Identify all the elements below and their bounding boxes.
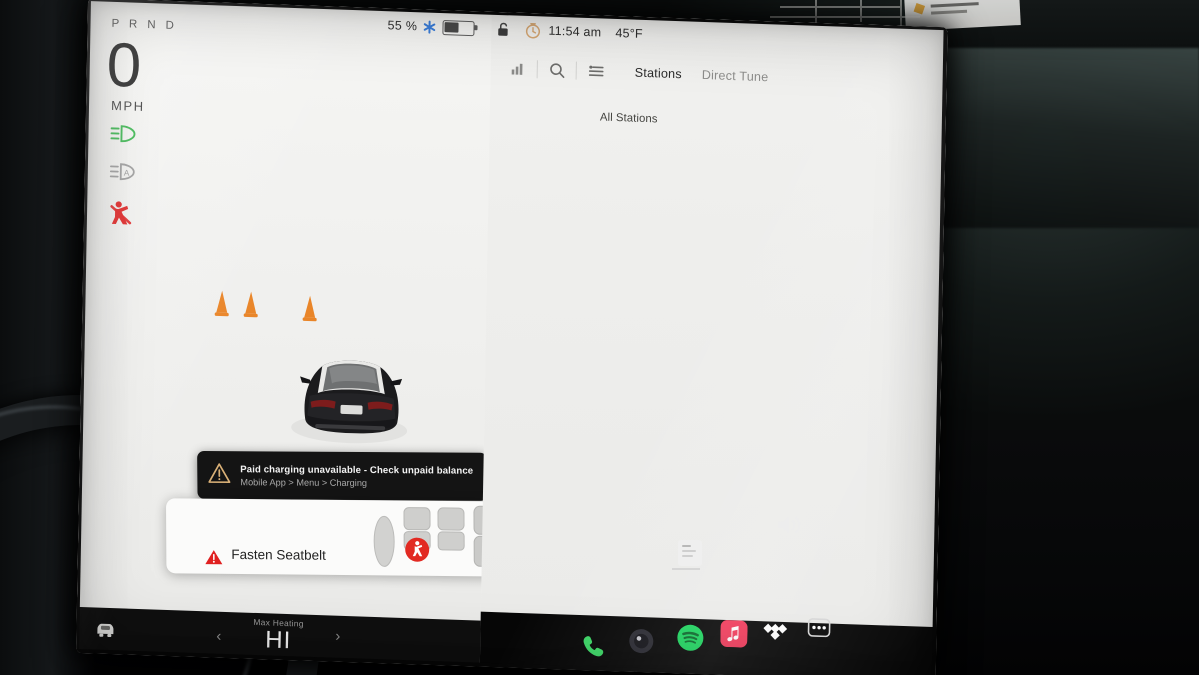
dashboard-right-trim xyxy=(940,48,1199,228)
ego-vehicle-render xyxy=(285,335,417,449)
climate-temperature[interactable]: HI xyxy=(265,626,291,655)
radio-app-pane: Stations Direct Tune All Stations xyxy=(480,11,948,628)
timer-icon[interactable] xyxy=(524,21,541,39)
fasten-seatbelt-label: Fasten Seatbelt xyxy=(231,546,326,563)
traffic-cone-icon xyxy=(300,293,320,329)
traffic-cone-icon xyxy=(241,289,261,325)
all-stations-section-label: All Stations xyxy=(599,111,658,126)
charging-alert-title: Paid charging unavailable - Check unpaid… xyxy=(240,463,474,477)
car-icon[interactable] xyxy=(94,620,116,646)
clock-time: 11:54 am xyxy=(548,23,602,40)
telltale-indicator-column: A xyxy=(108,124,140,232)
low-beam-headlight-icon xyxy=(109,124,139,149)
apple-music-icon[interactable] xyxy=(720,620,748,648)
battery-percent-label: 55 % xyxy=(387,18,418,34)
chevron-right-icon[interactable]: › xyxy=(335,628,340,645)
station-list[interactable] xyxy=(482,132,945,567)
charging-alert-subtitle: Mobile App > Menu > Charging xyxy=(240,476,368,488)
auto-headlight-icon: A xyxy=(109,162,139,187)
fasten-seatbelt-card[interactable]: Fasten Seatbelt xyxy=(165,498,525,577)
radio-tab-bar: Stations Direct Tune xyxy=(635,66,769,85)
outside-temperature: 45°F xyxy=(615,25,643,41)
toolbar-divider xyxy=(536,60,538,79)
svg-text:A: A xyxy=(124,168,130,178)
tidal-icon[interactable] xyxy=(763,619,789,646)
speed-readout: 0 xyxy=(106,30,141,101)
traffic-cone-icon xyxy=(212,288,232,324)
radio-signal-icon[interactable] xyxy=(503,55,533,82)
snowflake-icon xyxy=(423,20,436,34)
traffic-cone-row xyxy=(212,288,343,332)
tab-direct-tune[interactable]: Direct Tune xyxy=(702,68,769,84)
touchscreen-display[interactable]: P R N D 0 MPH A Paid charging unavailabl… xyxy=(75,0,948,675)
phone-icon[interactable] xyxy=(580,633,606,660)
active-app-indicator xyxy=(672,568,700,570)
unlocked-padlock-icon[interactable] xyxy=(496,21,510,36)
search-icon[interactable] xyxy=(542,56,572,83)
driving-pane: P R N D 0 MPH A Paid charging unavailabl… xyxy=(75,0,525,667)
volume-speaker-icon[interactable] xyxy=(775,512,805,543)
battery-status-group: 55 % xyxy=(387,18,475,36)
seatbelt-warning-icon xyxy=(108,200,139,232)
more-apps-icon[interactable] xyxy=(807,618,833,645)
toolbar-divider xyxy=(575,61,577,80)
battery-icon xyxy=(442,19,475,36)
chevron-left-icon[interactable]: ‹ xyxy=(216,628,221,645)
charging-alert-banner[interactable]: Paid charging unavailable - Check unpaid… xyxy=(197,450,488,501)
speed-unit-label: MPH xyxy=(110,97,145,114)
tab-stations[interactable]: Stations xyxy=(635,66,682,82)
warning-triangle-icon xyxy=(207,462,231,489)
dashcam-icon[interactable] xyxy=(628,628,654,655)
photo-of-tesla-touchscreen: P R N D 0 MPH A Paid charging unavailabl… xyxy=(0,0,1199,675)
red-warning-triangle-icon xyxy=(204,549,223,571)
spotify-icon[interactable] xyxy=(676,623,704,651)
playlist-list-icon[interactable] xyxy=(581,58,611,85)
